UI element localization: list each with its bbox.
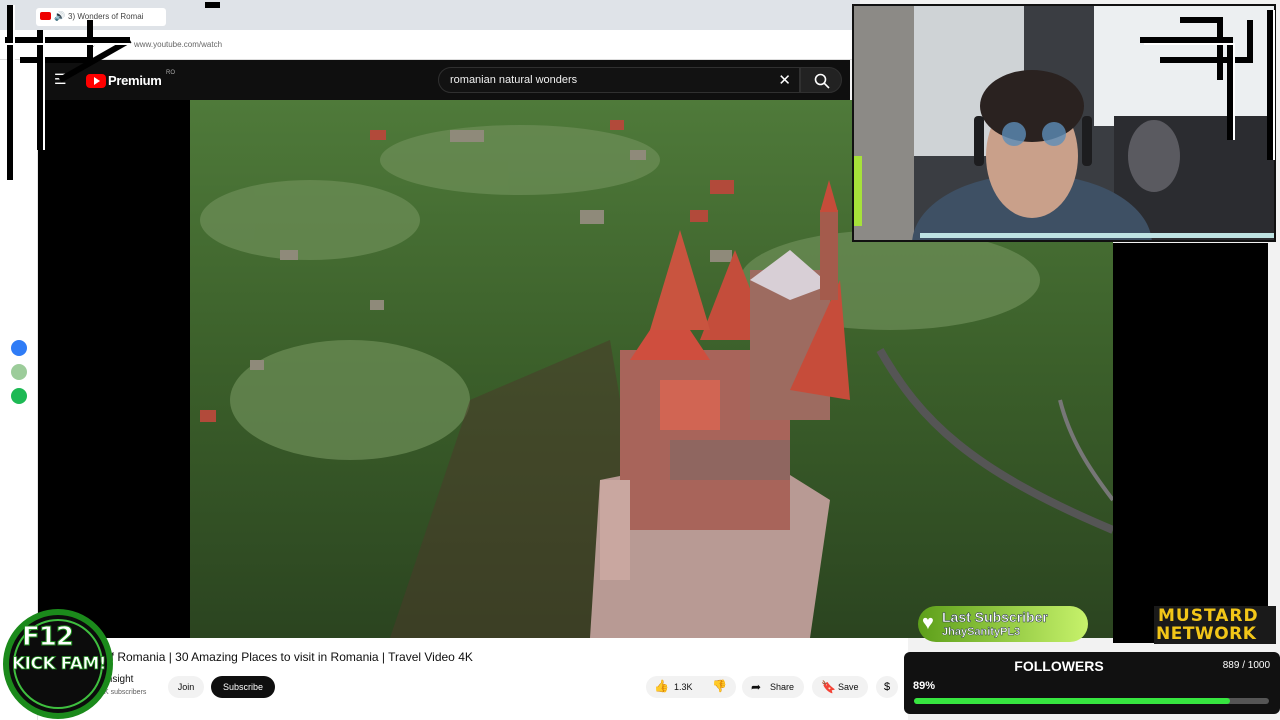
followers-label: FOLLOWERS bbox=[1014, 658, 1104, 674]
followers-goal-widget: FOLLOWERS 889 / 1000 89% bbox=[904, 652, 1280, 714]
video-info: of Romania | 30 Amazing Places to visit … bbox=[38, 638, 908, 720]
followers-progress-track bbox=[914, 698, 1269, 704]
like-count[interactable]: 1.3K bbox=[674, 682, 693, 692]
video-title: of Romania | 30 Amazing Places to visit … bbox=[104, 650, 473, 664]
network-line2: NETWORK bbox=[1156, 624, 1257, 644]
thanks-button[interactable]: $ bbox=[876, 676, 898, 698]
webcam-accent-bar bbox=[920, 233, 1274, 238]
last-subscriber-name: JhaySanityPL3 bbox=[942, 626, 1021, 638]
join-button[interactable]: Join bbox=[168, 676, 204, 698]
followers-progress-fill bbox=[914, 698, 1230, 704]
subscribe-button[interactable]: Subscribe bbox=[211, 676, 275, 698]
player-right-pillar bbox=[1113, 243, 1268, 643]
search-input[interactable]: romanian natural wonders ✕ bbox=[438, 67, 800, 93]
search-query: romanian natural wonders bbox=[450, 74, 578, 86]
whatsapp-icon[interactable] bbox=[11, 364, 27, 380]
messenger-icon[interactable] bbox=[11, 340, 27, 356]
like-icon[interactable]: 👍 bbox=[654, 679, 669, 693]
share-button[interactable]: ➦ Share bbox=[742, 676, 804, 698]
thanks-icon: $ bbox=[883, 681, 891, 693]
spotify-icon[interactable] bbox=[11, 388, 27, 404]
save-label: Save bbox=[838, 682, 859, 692]
dislike-icon[interactable]: 👎 bbox=[712, 679, 727, 693]
last-subscriber-alert: ♥ Last Subscriber JhaySanityPL3 bbox=[918, 606, 1088, 642]
clear-search-icon[interactable]: ✕ bbox=[778, 71, 791, 89]
corner-frame-decoration-right bbox=[1140, 10, 1275, 160]
share-label: Share bbox=[770, 682, 795, 692]
corner-frame-decoration bbox=[5, 2, 220, 180]
mustard-network-logo: MUSTARD NETWORK bbox=[1154, 606, 1276, 644]
search-icon bbox=[814, 73, 830, 89]
share-icon: ➦ bbox=[751, 680, 762, 694]
followers-percent: 89% bbox=[913, 680, 936, 692]
badge-line1: F12 bbox=[22, 622, 75, 653]
like-dislike-group: 👍 1.3K 👎 bbox=[646, 676, 736, 698]
followers-count: 889 / 1000 bbox=[1222, 660, 1270, 671]
badge-line2: KICK FAM! bbox=[12, 654, 107, 675]
bookmark-icon: 🔖 bbox=[821, 680, 836, 694]
screen: 🔊 3) Wonders of Romai + ⟳ www.youtube.co… bbox=[0, 0, 1280, 720]
network-line1: MUSTARD bbox=[1158, 606, 1259, 626]
search-button[interactable] bbox=[800, 67, 842, 93]
heart-icon: ♥ bbox=[922, 612, 934, 634]
last-subscriber-label: Last Subscriber bbox=[942, 609, 1048, 626]
save-button[interactable]: 🔖 Save bbox=[812, 676, 868, 698]
